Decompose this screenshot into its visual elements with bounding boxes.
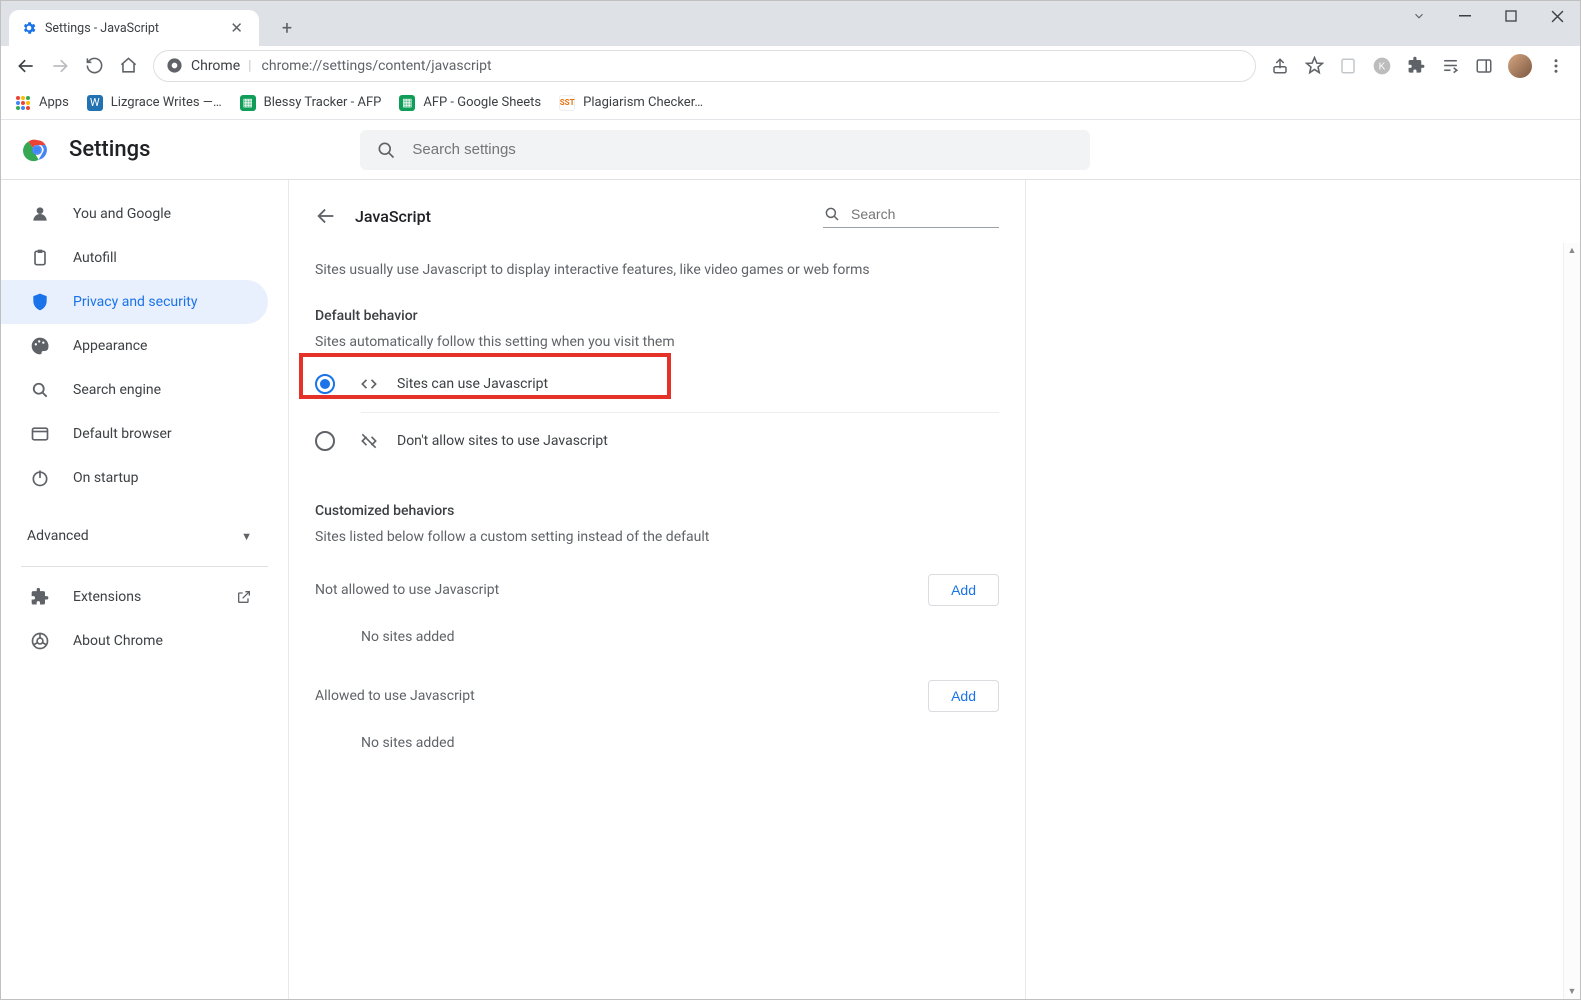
sidebar-item-extensions[interactable]: Extensions: [1, 575, 268, 619]
search-icon: [823, 205, 841, 223]
settings-search-input[interactable]: [410, 140, 1074, 159]
reload-button[interactable]: [77, 49, 111, 83]
browser-toolbar: Chrome | chrome://settings/content/javas…: [1, 46, 1580, 86]
back-button[interactable]: [9, 49, 43, 83]
omnibox-url: chrome://settings/content/javascript: [262, 58, 492, 74]
profile-avatar[interactable]: [1508, 54, 1532, 78]
javascript-settings-card: JavaScript Sites usually use Javascript …: [288, 180, 1026, 999]
home-button[interactable]: [111, 49, 145, 83]
settings-main: JavaScript Sites usually use Javascript …: [288, 180, 1580, 999]
address-bar[interactable]: Chrome | chrome://settings/content/javas…: [153, 50, 1256, 82]
caret-down-icon[interactable]: [1396, 1, 1442, 31]
in-page-search-input[interactable]: [849, 205, 979, 223]
reader-icon[interactable]: [1332, 49, 1364, 83]
window-minimize-button[interactable]: [1442, 1, 1488, 31]
wordpress-icon: W: [87, 95, 103, 111]
bookmark-star-icon[interactable]: [1298, 49, 1330, 83]
settings-search[interactable]: [360, 130, 1090, 170]
chrome-logo-icon: [23, 136, 51, 164]
chrome-outline-icon: [29, 630, 51, 652]
clipboard-icon: [29, 247, 51, 269]
customized-behaviors-sub: Sites listed below follow a custom setti…: [315, 529, 999, 545]
browser-tab[interactable]: Settings - JavaScript ✕: [9, 10, 259, 46]
radio-button-unselected[interactable]: [315, 431, 335, 451]
extensions-puzzle-icon[interactable]: [1400, 49, 1432, 83]
code-off-icon: [359, 431, 381, 451]
person-icon: [29, 203, 51, 225]
sidebar-item-default-browser[interactable]: Default browser: [1, 412, 268, 456]
not-allowed-empty: No sites added: [361, 617, 999, 669]
bookmark-lizgrace[interactable]: WLizgrace Writes —…: [87, 95, 222, 111]
tab-close-icon[interactable]: ✕: [226, 19, 247, 37]
new-tab-button[interactable]: +: [273, 14, 301, 42]
allowed-empty: No sites added: [361, 723, 999, 775]
customized-behaviors-heading: Customized behaviors: [315, 503, 999, 519]
browser-menu-icon[interactable]: [1540, 49, 1572, 83]
sidebar-item-you-and-google[interactable]: You and Google: [1, 192, 268, 236]
sidebar-item-appearance[interactable]: Appearance: [1, 324, 268, 368]
site-info-icon[interactable]: [166, 57, 183, 74]
browser-window-icon: [29, 423, 51, 445]
sidebar-item-about-chrome[interactable]: About Chrome: [1, 619, 268, 663]
external-link-icon: [236, 589, 252, 605]
palette-icon: [29, 335, 51, 357]
default-behavior-sub: Sites automatically follow this setting …: [315, 334, 999, 350]
in-page-search[interactable]: [823, 205, 999, 228]
search-icon: [29, 379, 51, 401]
sheets-icon: ▦: [399, 95, 415, 111]
scrollbar[interactable]: [1563, 243, 1580, 999]
puzzle-icon: [29, 586, 51, 608]
settings-title: Settings: [69, 137, 150, 162]
code-icon: [359, 374, 381, 394]
share-icon[interactable]: [1264, 49, 1296, 83]
window-maximize-button[interactable]: [1488, 1, 1534, 31]
not-allowed-section: Not allowed to use Javascript Add: [315, 563, 999, 617]
chevron-down-icon: ▼: [241, 530, 252, 543]
window-close-button[interactable]: [1534, 1, 1580, 31]
add-allowed-button[interactable]: Add: [928, 680, 999, 712]
apps-grid-icon: [15, 95, 31, 111]
sidebar-item-privacy[interactable]: Privacy and security: [1, 280, 268, 324]
allowed-section: Allowed to use Javascript Add: [315, 669, 999, 723]
power-icon: [29, 467, 51, 489]
browser-tabstrip: Settings - JavaScript ✕ +: [1, 1, 1580, 46]
radio-dont-allow-javascript[interactable]: Don't allow sites to use Javascript: [315, 413, 999, 469]
window-controls: [1396, 1, 1580, 46]
bookmark-blessy-tracker[interactable]: ▦Blessy Tracker - AFP: [240, 95, 382, 111]
settings-header: Settings: [1, 120, 1580, 180]
forward-button[interactable]: [43, 49, 77, 83]
settings-sidebar: You and Google Autofill Privacy and secu…: [1, 180, 288, 999]
sheets-icon: ▦: [240, 95, 256, 111]
radio-allow-label: Sites can use Javascript: [397, 376, 548, 392]
sidebar-item-search-engine[interactable]: Search engine: [1, 368, 268, 412]
bookmark-plagiarism[interactable]: SSTPlagiarism Checker…: [559, 95, 703, 111]
shield-icon: [29, 291, 51, 313]
radio-block-label: Don't allow sites to use Javascript: [397, 433, 608, 449]
gear-icon: [21, 20, 37, 36]
add-not-allowed-button[interactable]: Add: [928, 574, 999, 606]
allowed-label: Allowed to use Javascript: [315, 688, 475, 704]
sidebar-advanced-toggle[interactable]: Advanced▼: [1, 516, 288, 556]
omnibox-scheme: Chrome: [191, 58, 240, 74]
not-allowed-label: Not allowed to use Javascript: [315, 582, 499, 598]
grammarly-icon[interactable]: K: [1366, 49, 1398, 83]
svg-text:K: K: [1379, 61, 1386, 72]
back-arrow-button[interactable]: [315, 205, 337, 227]
radio-sites-can-use-javascript[interactable]: Sites can use Javascript: [315, 356, 999, 412]
search-icon: [376, 140, 396, 160]
intro-text: Sites usually use Javascript to display …: [315, 262, 999, 278]
bookmark-apps[interactable]: Apps: [15, 95, 69, 111]
bookmarks-bar: Apps WLizgrace Writes —… ▦Blessy Tracker…: [1, 86, 1580, 120]
page-title: JavaScript: [355, 207, 431, 226]
sidebar-item-autofill[interactable]: Autofill: [1, 236, 268, 280]
tab-title: Settings - JavaScript: [45, 21, 159, 36]
bookmark-afp-sheets[interactable]: ▦AFP - Google Sheets: [399, 95, 541, 111]
default-behavior-heading: Default behavior: [315, 308, 999, 324]
side-panel-icon[interactable]: [1468, 49, 1500, 83]
media-control-icon[interactable]: [1434, 49, 1466, 83]
sidebar-item-on-startup[interactable]: On startup: [1, 456, 268, 500]
sst-icon: SST: [559, 95, 575, 111]
radio-button-selected[interactable]: [315, 374, 335, 394]
